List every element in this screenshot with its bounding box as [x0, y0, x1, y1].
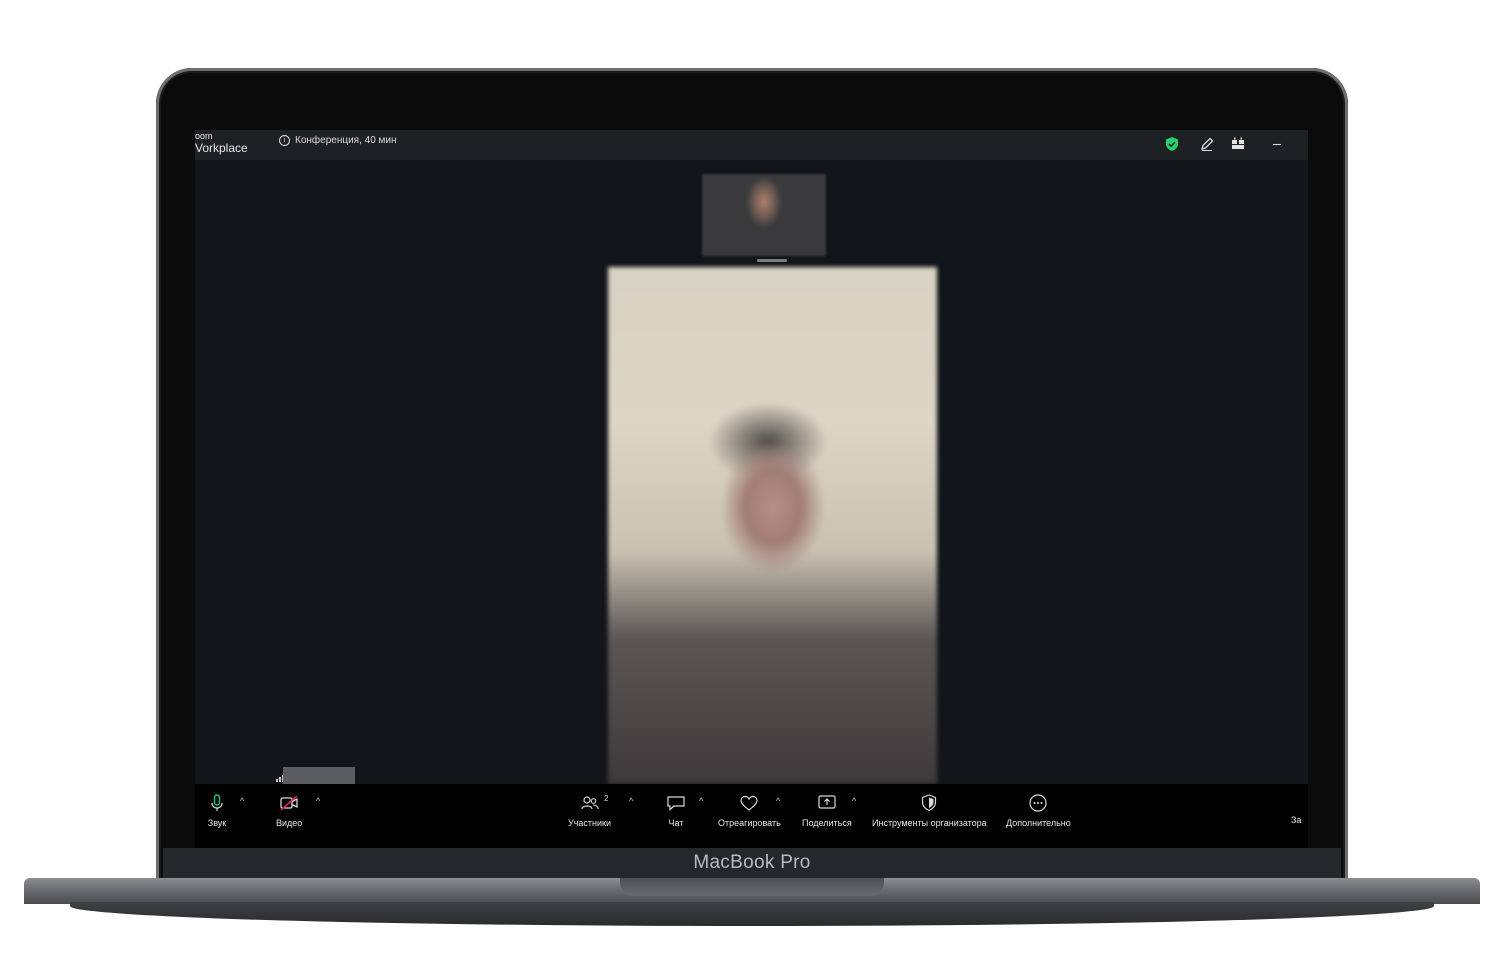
end-meeting-button[interactable]: За	[1291, 815, 1301, 825]
meeting-toolbar: Звук ^ Видео ^ Участники 2 ^ Чат ^ Отреа…	[195, 784, 1308, 848]
chat-bubble-icon	[667, 796, 685, 811]
audio-button[interactable]: Звук	[206, 792, 228, 828]
device-brand-label: MacBook Pro	[693, 852, 811, 873]
video-off-icon	[280, 795, 298, 811]
laptop-opening-notch	[620, 878, 884, 896]
react-button[interactable]: Отреагировать	[718, 792, 781, 828]
host-shield-icon	[922, 794, 937, 812]
chat-options-caret[interactable]: ^	[699, 796, 703, 806]
participants-options-caret[interactable]: ^	[629, 796, 633, 806]
self-view-name-tag	[283, 767, 355, 784]
video-options-caret[interactable]: ^	[316, 796, 320, 806]
gallery-grid-icon[interactable]	[1230, 136, 1246, 152]
video-label: Видео	[276, 818, 303, 828]
thumbnail-drag-handle[interactable]	[757, 259, 787, 262]
host-tools-button[interactable]: Инструменты организатора	[872, 792, 987, 828]
pen-icon[interactable]	[1199, 136, 1215, 152]
more-button[interactable]: Дополнительно	[1006, 792, 1071, 828]
shield-check-icon[interactable]	[1164, 136, 1180, 152]
share-label: Поделиться	[802, 818, 852, 828]
react-options-caret[interactable]: ^	[776, 796, 780, 806]
share-screen-button[interactable]: Поделиться	[802, 792, 852, 828]
active-speaker-video	[608, 267, 937, 784]
share-screen-icon	[818, 795, 836, 809]
meeting-info-button[interactable]: i Конференция, 40 мин	[279, 135, 397, 146]
video-button[interactable]: Видео	[276, 792, 302, 828]
laptop-base-lip	[70, 902, 1434, 926]
meeting-info-text: Конференция, 40 мин	[295, 135, 397, 146]
title-bar: oom Vorkplace i Конференция, 40 мин	[195, 130, 1308, 160]
participant-thumbnail[interactable]	[702, 174, 826, 256]
heart-icon	[740, 795, 758, 811]
app-name-line2: Vorkplace	[195, 141, 248, 155]
zoom-window: oom Vorkplace i Конференция, 40 мин Звук…	[195, 130, 1308, 848]
audio-label: Звук	[207, 818, 227, 828]
minimize-icon[interactable]	[1269, 136, 1285, 152]
share-options-caret[interactable]: ^	[852, 796, 856, 806]
participants-label: Участники	[568, 818, 611, 828]
host-tools-label: Инструменты организатора	[872, 818, 987, 828]
more-dots-icon	[1029, 794, 1047, 812]
microphone-icon	[211, 794, 223, 811]
chat-label: Чат	[668, 818, 684, 828]
info-icon: i	[279, 135, 290, 146]
participants-icon	[580, 796, 599, 810]
app-name-line1: oom	[195, 131, 213, 141]
audio-options-caret[interactable]: ^	[240, 796, 244, 806]
video-stage	[195, 160, 1308, 784]
react-label: Отреагировать	[718, 818, 781, 828]
chat-button[interactable]: Чат	[665, 792, 687, 828]
more-label: Дополнительно	[1006, 818, 1071, 828]
app-name: oom Vorkplace	[195, 131, 248, 156]
participants-count: 2	[604, 794, 609, 803]
